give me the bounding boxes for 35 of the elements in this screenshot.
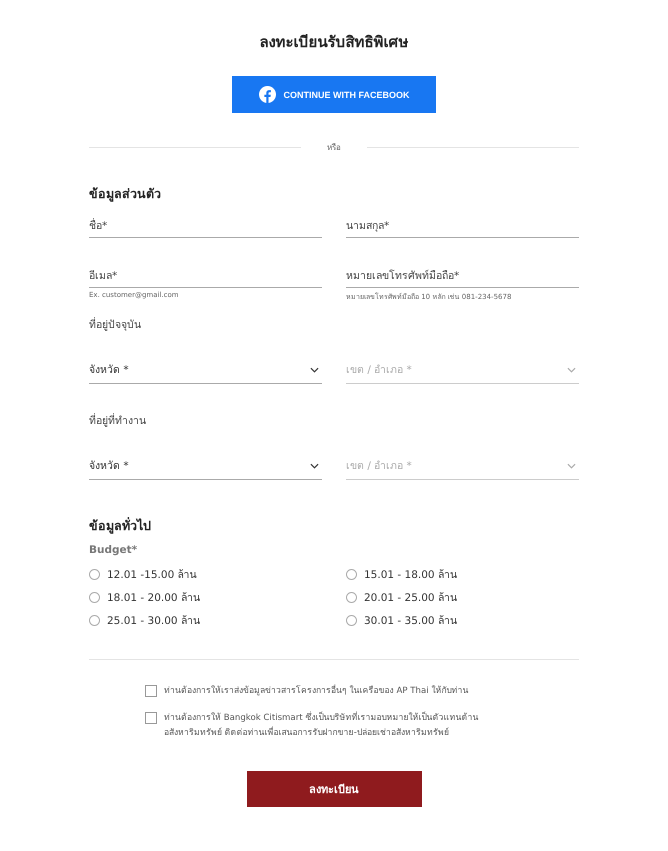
facebook-button[interactable]: CONTINUE WITH FACEBOOK: [232, 76, 436, 113]
dropdown-field[interactable]: จังหวัด *: [89, 453, 322, 480]
radio-button[interactable]: [346, 592, 357, 603]
dropdown-field: เขต / อำเภอ *: [346, 453, 579, 480]
field-group-label: ที่อยู่ปัจจุบัน: [89, 316, 142, 333]
radio-option[interactable]: 20.01 - 25.00 ล้าน: [346, 589, 579, 606]
dropdown-field: เขต / อำเภอ *: [346, 357, 579, 384]
radio-button[interactable]: [346, 569, 357, 580]
field-group-label: ที่อยู่ที่ทำงาน: [89, 412, 147, 429]
radio-option[interactable]: 18.01 - 20.00 ล้าน: [89, 589, 322, 606]
input-field[interactable]: ชื่อ*: [89, 216, 322, 238]
chevron-down-icon: [310, 366, 319, 372]
radio-button[interactable]: [89, 615, 100, 626]
page-title: ลงทะเบียนรับสิทธิพิเศษ: [258, 32, 410, 53]
radio-option[interactable]: 30.01 - 35.00 ล้าน: [346, 612, 579, 629]
section-heading: ข้อมูลส่วนตัว: [89, 185, 162, 204]
chevron-down-icon: [310, 462, 319, 468]
radio-button[interactable]: [89, 592, 100, 603]
radio-button[interactable]: [89, 569, 100, 580]
register-button[interactable]: ลงทะเบียน: [246, 771, 422, 807]
field-label: Budget*: [89, 544, 138, 556]
radio-button[interactable]: [346, 615, 357, 626]
checkbox[interactable]: [145, 685, 157, 697]
dropdown-field[interactable]: จังหวัด *: [89, 357, 322, 384]
chevron-down-icon: [567, 366, 576, 372]
checkbox[interactable]: [145, 712, 157, 724]
consent-text: ท่านต้องการให้เราส่งข้อมูลข่าวสารโครงการอื่นๆ ในเครือของ AP Thai ให้กับท่าน: [164, 684, 468, 698]
radio-option[interactable]: 25.01 - 30.00 ล้าน: [89, 612, 322, 629]
radio-option[interactable]: 15.01 - 18.00 ล้าน: [346, 566, 579, 583]
chevron-down-icon: [567, 462, 576, 468]
consent-text: ท่านต้องการให้ Bangkok Citismart ซึ่งเป็นบริษัทที่เรามอบหมายให้เป็นตัวแทนด้านอสังหาริมทรัพย์ ติดต่อท่านเพื่อเสนอการรับฝากขาย-ปล่อยเช่าอสังหาริมทรัพย์: [164, 711, 480, 740]
radio-option[interactable]: 12.01 -15.00 ล้าน: [89, 566, 322, 583]
facebook-icon: [258, 86, 276, 103]
divider-label: หรือ: [326, 142, 342, 154]
section-heading: ข้อมูลทั่วไป: [89, 516, 152, 536]
